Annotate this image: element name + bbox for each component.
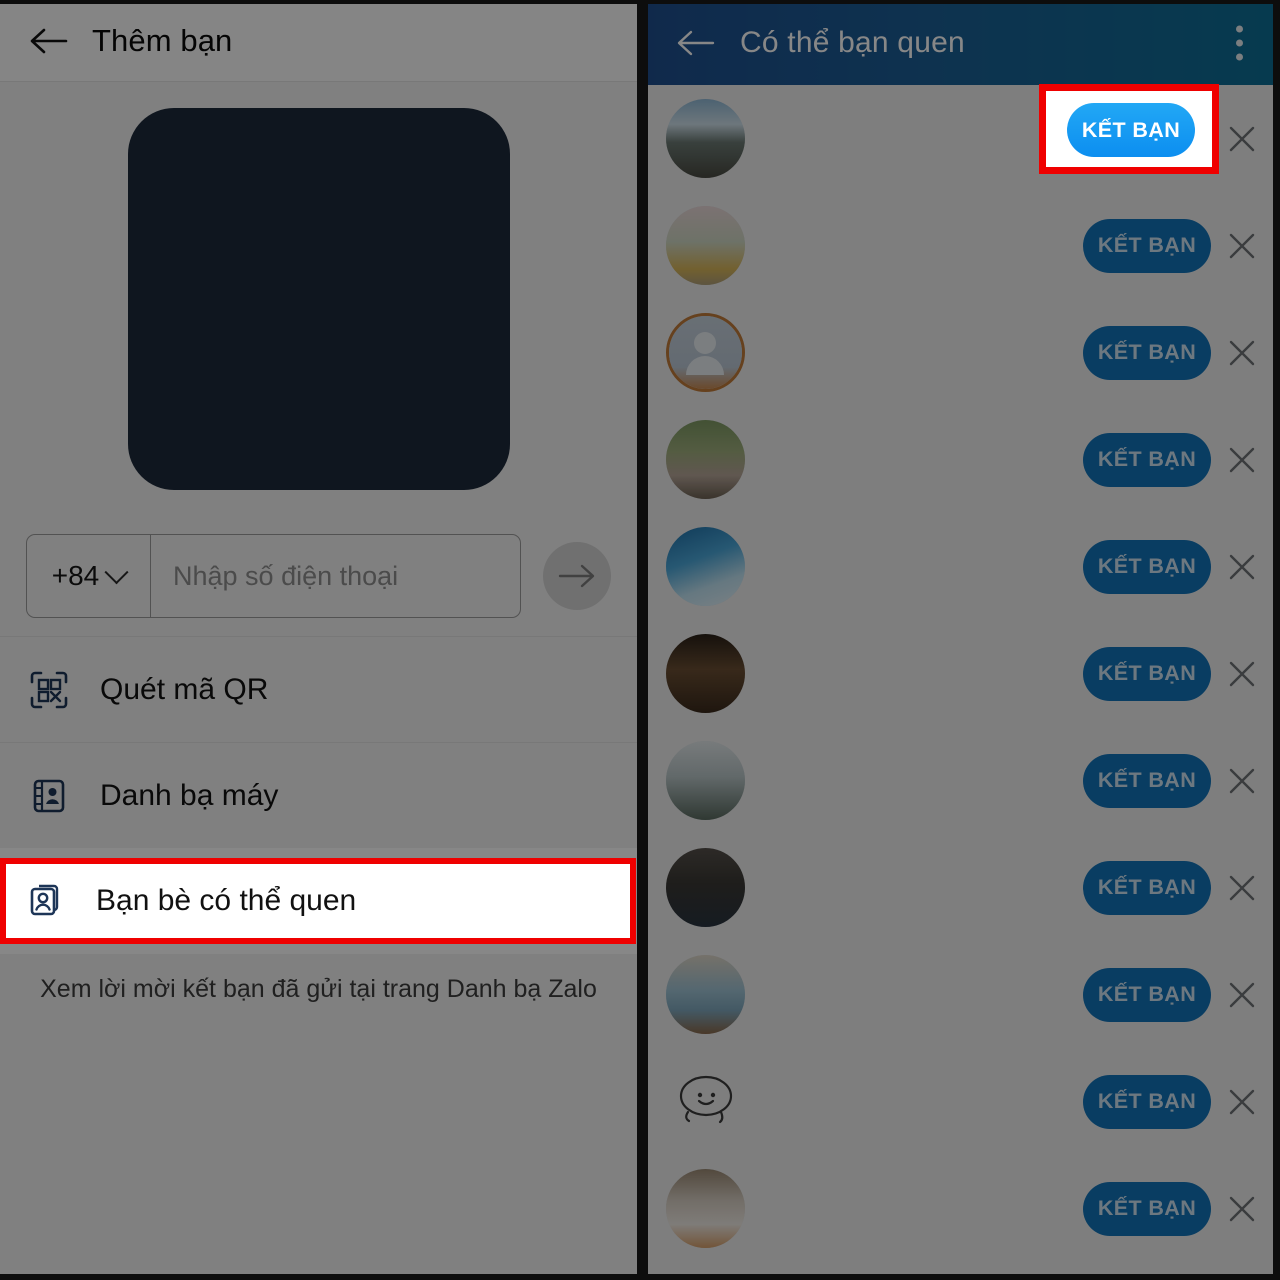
suggestion-row[interactable]: KẾT BẠN — [648, 513, 1273, 620]
contacts-book-icon — [26, 773, 72, 819]
red-highlight-box-right — [1039, 84, 1219, 174]
back-icon[interactable] — [674, 22, 716, 64]
suggestion-row[interactable]: KẾT BẠN — [648, 834, 1273, 941]
add-friend-panel: Thêm bạn +84 Nhập số điện thoại Quét mã … — [0, 0, 637, 1280]
add-friend-button[interactable]: KẾT BẠN — [1083, 860, 1211, 915]
avatar[interactable] — [666, 99, 745, 178]
avatar-image — [666, 99, 745, 178]
country-code-value: +84 — [51, 560, 100, 591]
dot — [1236, 25, 1243, 32]
avatar-image — [666, 848, 745, 927]
smiley-doodle-icon — [679, 1075, 733, 1124]
qr-code-placeholder — [127, 108, 510, 490]
close-icon[interactable] — [1211, 1086, 1273, 1118]
close-icon[interactable] — [1211, 337, 1273, 369]
dot — [1236, 39, 1243, 46]
back-icon[interactable] — [26, 19, 70, 63]
add-friend-button[interactable]: KẾT BẠN — [1083, 432, 1211, 487]
phone-number-input[interactable]: Nhập số điện thoại — [151, 535, 520, 617]
suggestion-row[interactable]: KẾT BẠN — [648, 941, 1273, 1048]
phone-field: +84 Nhập số điện thoại — [26, 534, 521, 618]
phone-placeholder: Nhập số điện thoại — [173, 560, 399, 591]
qr-code-area — [0, 82, 637, 516]
chevron-down-icon — [104, 559, 129, 584]
menu-item-device-contacts[interactable]: Danh bạ máy — [0, 742, 637, 848]
dot — [1236, 53, 1243, 60]
close-icon[interactable] — [1211, 444, 1273, 476]
avatar[interactable] — [666, 420, 745, 499]
avatar[interactable] — [666, 527, 745, 606]
avatar[interactable] — [666, 1062, 745, 1141]
suggestion-row[interactable]: KẾT BẠN — [648, 1155, 1273, 1262]
page-title: Có thể bạn quen — [740, 25, 965, 59]
avatar[interactable] — [666, 313, 745, 392]
suggestion-list: KẾT BẠN KẾT BẠN KẾT BẠN KẾT BẠN KẾT BẠN KẾT B… — [648, 85, 1273, 1262]
right-appbar: Có thể bạn quen — [648, 0, 1273, 85]
menu-item-scan-qr[interactable]: Quét mã QR — [0, 636, 637, 742]
add-friend-button[interactable]: KẾT BẠN — [1083, 325, 1211, 380]
avatar-image — [666, 420, 745, 499]
close-icon[interactable] — [1211, 123, 1273, 155]
avatar[interactable] — [666, 1169, 745, 1248]
add-friend-button[interactable]: KẾT BẠN — [1083, 1074, 1211, 1129]
close-icon[interactable] — [1211, 658, 1273, 690]
country-code-selector[interactable]: +84 — [27, 535, 151, 617]
avatar[interactable] — [666, 206, 745, 285]
avatar-image — [666, 206, 745, 285]
submit-phone-button[interactable] — [543, 542, 611, 610]
avatar[interactable] — [666, 848, 745, 927]
suggestion-row[interactable]: KẾT BẠN — [648, 1048, 1273, 1155]
avatar[interactable] — [666, 955, 745, 1034]
add-friend-button[interactable]: KẾT BẠN — [1083, 539, 1211, 594]
page-title: Thêm bạn — [92, 22, 233, 58]
phone-entry-row: +84 Nhập số điện thoại — [0, 516, 637, 636]
menu-item-label: Quét mã QR — [100, 672, 269, 706]
add-friend-button[interactable]: KẾT BẠN — [1083, 967, 1211, 1022]
screenshot-root: Thêm bạn +84 Nhập số điện thoại Quét mã … — [0, 0, 1280, 1280]
suggestion-row[interactable]: KẾT BẠN — [648, 406, 1273, 513]
add-friend-button[interactable]: KẾT BẠN — [1083, 646, 1211, 701]
add-friend-button[interactable]: KẾT BẠN — [1083, 218, 1211, 273]
suggestion-row[interactable]: KẾT BẠN — [648, 299, 1273, 406]
close-icon[interactable] — [1211, 872, 1273, 904]
avatar[interactable] — [666, 634, 745, 713]
close-icon[interactable] — [1211, 230, 1273, 262]
suggestion-row[interactable]: KẾT BẠN — [648, 727, 1273, 834]
close-icon[interactable] — [1211, 1193, 1273, 1225]
avatar-image — [666, 955, 745, 1034]
close-icon[interactable] — [1211, 551, 1273, 583]
people-you-may-know-panel: Có thể bạn quen KẾT BẠN KẾT BẠN KẾT BẠN KẾT… — [648, 0, 1273, 1280]
avatar-image — [666, 1169, 745, 1248]
panel-divider — [637, 0, 648, 1280]
footer-note: Xem lời mời kết bạn đã gửi tại trang Dan… — [40, 975, 597, 1003]
suggestion-row[interactable]: KẾT BẠN — [648, 620, 1273, 727]
red-highlight-box-left — [0, 858, 636, 944]
close-icon[interactable] — [1211, 979, 1273, 1011]
qr-scan-icon — [26, 667, 72, 713]
avatar-image — [666, 741, 745, 820]
add-friend-button[interactable]: KẾT BẠN — [1083, 753, 1211, 808]
menu-item-label: Danh bạ máy — [100, 778, 279, 812]
avatar-image — [666, 634, 745, 713]
more-vertical-icon[interactable] — [1236, 25, 1243, 60]
avatar[interactable] — [666, 741, 745, 820]
frame-edge-right — [1273, 0, 1280, 1280]
avatar-image — [666, 527, 745, 606]
close-icon[interactable] — [1211, 765, 1273, 797]
add-friend-button[interactable]: KẾT BẠN — [1083, 1181, 1211, 1236]
arrow-right-icon — [558, 564, 595, 588]
left-appbar: Thêm bạn — [0, 0, 637, 82]
suggestion-row[interactable]: KẾT BẠN — [648, 192, 1273, 299]
